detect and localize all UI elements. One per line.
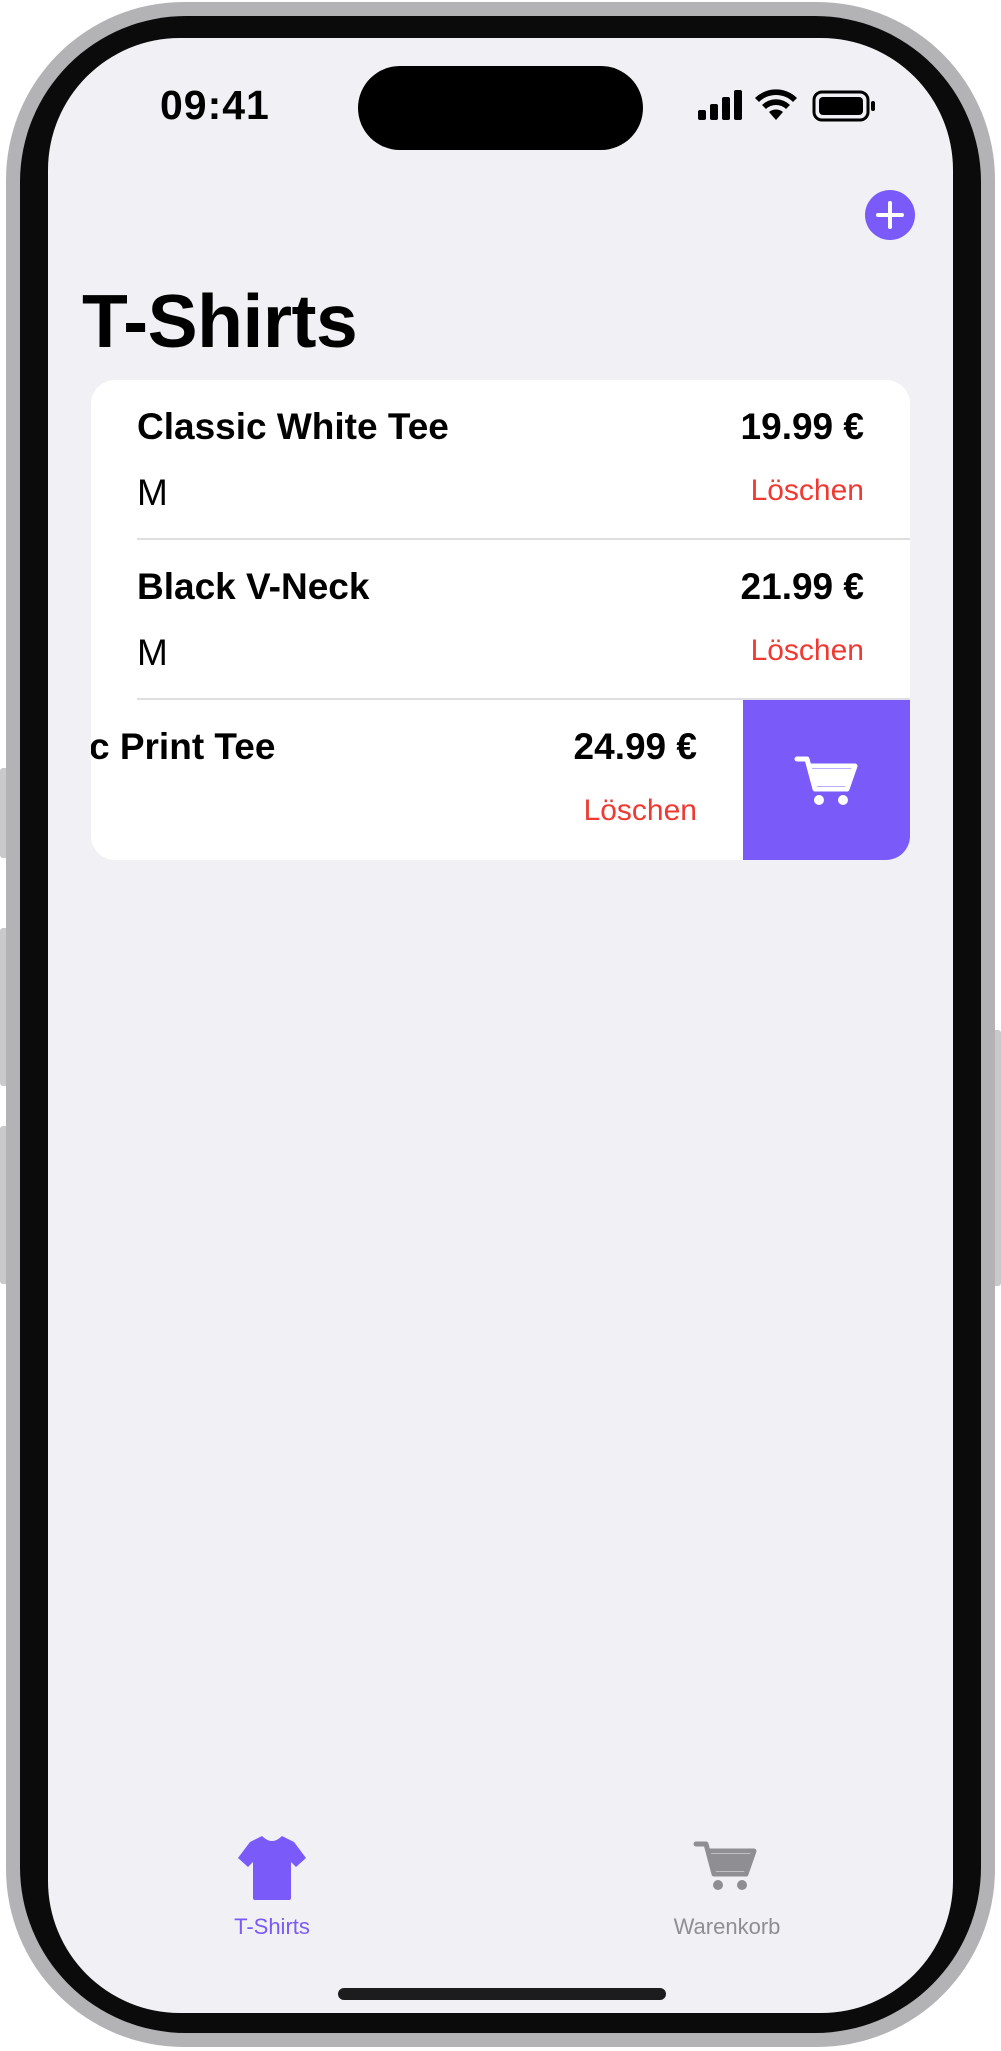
item-size: M — [137, 632, 168, 673]
item-name: Classic White Tee — [137, 406, 449, 447]
tshirt-list: Classic White Tee 19.99 € M Löschen Blac… — [91, 380, 910, 860]
delete-button[interactable]: Löschen — [584, 794, 697, 828]
wifi-icon — [755, 89, 797, 120]
status-time: 09:41 — [160, 82, 270, 128]
tab-label: T-Shirts — [234, 1914, 310, 1939]
item-price: 21.99 € — [740, 566, 864, 607]
item-size: M — [137, 472, 168, 513]
add-button[interactable] — [865, 190, 915, 240]
item-price: 24.99 € — [573, 726, 697, 767]
tab-label: Warenkorb — [673, 1914, 781, 1939]
item-name: c Print Tee — [91, 726, 276, 767]
phone-screen: 09:41 T-Shirts Classic White Tee 19.99 €… — [48, 38, 953, 2013]
page-title: T-Shirts — [82, 279, 358, 363]
delete-button[interactable]: Löschen — [751, 634, 864, 668]
tab-bar: T-Shirts Warenkorb — [48, 1828, 953, 1948]
cart-icon — [794, 756, 858, 805]
add-to-cart-swipe-action[interactable] — [743, 700, 910, 860]
plus-icon — [876, 201, 904, 229]
status-icons — [698, 89, 875, 122]
home-indicator — [338, 1988, 666, 2000]
list-item[interactable]: Classic White Tee 19.99 € M Löschen — [91, 380, 910, 540]
tshirt-icon — [238, 1836, 306, 1900]
cart-icon — [693, 1841, 757, 1890]
delete-button[interactable]: Löschen — [751, 474, 864, 508]
cellular-signal-icon — [698, 90, 742, 120]
battery-icon — [812, 90, 875, 122]
item-price: 19.99 € — [740, 406, 864, 447]
tab-tshirts[interactable]: T-Shirts — [192, 1828, 352, 1939]
tab-warenkorb[interactable]: Warenkorb — [647, 1828, 807, 1939]
list-item[interactable]: Black V-Neck 21.99 € M Löschen — [91, 540, 910, 700]
item-name: Black V-Neck — [137, 566, 370, 607]
dynamic-island — [358, 66, 643, 150]
